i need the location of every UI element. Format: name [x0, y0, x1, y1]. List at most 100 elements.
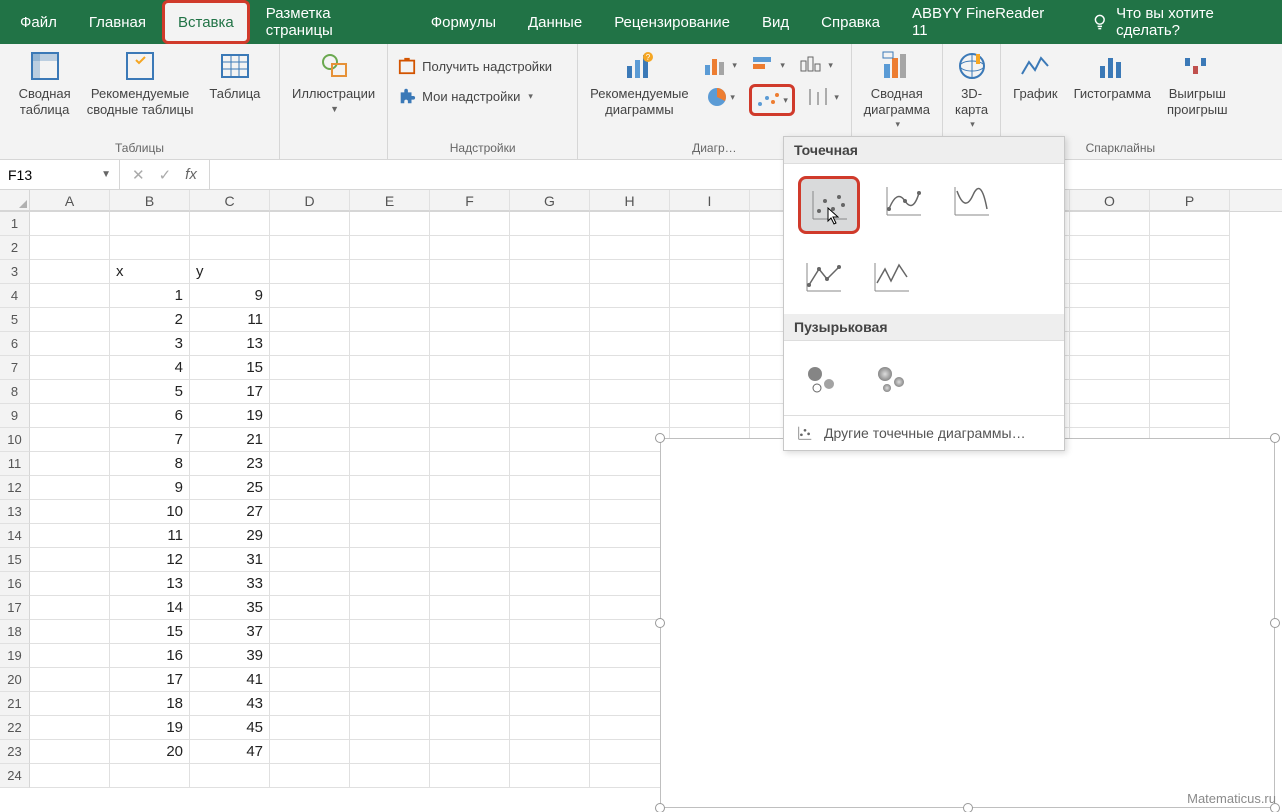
cell[interactable]: 12 — [110, 548, 190, 572]
cell[interactable] — [270, 692, 350, 716]
table-button[interactable]: Таблица — [205, 48, 264, 104]
cell[interactable] — [350, 716, 430, 740]
cell[interactable] — [510, 740, 590, 764]
tab-insert[interactable]: Вставка — [162, 0, 250, 44]
illustrations-button[interactable]: Иллюстрации▼ — [288, 48, 379, 116]
cell[interactable] — [1150, 308, 1230, 332]
cell[interactable] — [590, 284, 670, 308]
cell[interactable] — [590, 476, 670, 500]
cell[interactable] — [270, 620, 350, 644]
cell[interactable]: 16 — [110, 644, 190, 668]
cell[interactable]: 18 — [110, 692, 190, 716]
cell[interactable] — [270, 644, 350, 668]
cell[interactable] — [510, 236, 590, 260]
row-header[interactable]: 21 — [0, 692, 30, 716]
chart-placeholder[interactable] — [660, 438, 1275, 808]
cell[interactable] — [190, 212, 270, 236]
cell[interactable] — [510, 644, 590, 668]
cell[interactable] — [270, 668, 350, 692]
cell[interactable] — [350, 380, 430, 404]
cell[interactable] — [350, 692, 430, 716]
cell[interactable] — [670, 308, 750, 332]
cell[interactable] — [270, 452, 350, 476]
cell[interactable] — [590, 332, 670, 356]
cell[interactable] — [30, 308, 110, 332]
row-header[interactable]: 6 — [0, 332, 30, 356]
area-chart-button[interactable]: ▾ — [797, 52, 837, 78]
cell[interactable] — [510, 404, 590, 428]
cell[interactable] — [1150, 284, 1230, 308]
cell[interactable]: 31 — [190, 548, 270, 572]
cell[interactable] — [270, 356, 350, 380]
row-header[interactable]: 16 — [0, 572, 30, 596]
tab-data[interactable]: Данные — [512, 0, 598, 44]
tab-review[interactable]: Рецензирование — [598, 0, 746, 44]
cell[interactable] — [30, 572, 110, 596]
cell[interactable] — [30, 692, 110, 716]
cell[interactable] — [110, 236, 190, 260]
cell[interactable] — [1070, 332, 1150, 356]
cell[interactable] — [350, 620, 430, 644]
cell[interactable] — [590, 380, 670, 404]
cell[interactable] — [430, 308, 510, 332]
more-scatter-button[interactable]: Другие точечные диаграммы… — [784, 415, 1064, 450]
resize-handle[interactable] — [655, 618, 665, 628]
fx-icon[interactable]: fx — [185, 166, 197, 183]
column-header[interactable]: D — [270, 190, 350, 211]
cell[interactable] — [30, 428, 110, 452]
cell[interactable]: 19 — [110, 716, 190, 740]
cell[interactable] — [590, 452, 670, 476]
cell[interactable] — [350, 428, 430, 452]
row-header[interactable]: 9 — [0, 404, 30, 428]
column-chart-button[interactable]: ▾ — [749, 52, 789, 78]
cell[interactable] — [430, 596, 510, 620]
row-header[interactable]: 4 — [0, 284, 30, 308]
scatter-smooth-lines-option[interactable] — [878, 176, 928, 226]
row-header[interactable]: 3 — [0, 260, 30, 284]
column-header[interactable]: A — [30, 190, 110, 211]
cell[interactable] — [590, 404, 670, 428]
tab-home[interactable]: Главная — [73, 0, 162, 44]
cell[interactable] — [430, 356, 510, 380]
cell[interactable] — [510, 428, 590, 452]
cell[interactable] — [590, 740, 670, 764]
cell[interactable] — [270, 236, 350, 260]
cell[interactable] — [270, 476, 350, 500]
resize-handle[interactable] — [655, 803, 665, 812]
cell[interactable] — [510, 476, 590, 500]
cell[interactable] — [350, 596, 430, 620]
resize-handle[interactable] — [1270, 803, 1280, 812]
cell[interactable] — [590, 548, 670, 572]
cell[interactable] — [670, 356, 750, 380]
cell[interactable] — [30, 476, 110, 500]
row-header[interactable]: 7 — [0, 356, 30, 380]
cell[interactable] — [350, 572, 430, 596]
row-header[interactable]: 2 — [0, 236, 30, 260]
cell[interactable] — [30, 716, 110, 740]
cell[interactable] — [590, 236, 670, 260]
cancel-icon[interactable]: ✕ — [132, 166, 145, 184]
cell[interactable] — [1150, 356, 1230, 380]
cell[interactable] — [670, 212, 750, 236]
cell[interactable] — [510, 668, 590, 692]
tab-formulas[interactable]: Формулы — [415, 0, 512, 44]
cell[interactable] — [30, 740, 110, 764]
cell[interactable] — [270, 428, 350, 452]
cell[interactable] — [30, 644, 110, 668]
resize-handle[interactable] — [1270, 618, 1280, 628]
resize-handle[interactable] — [655, 433, 665, 443]
cell[interactable]: 2 — [110, 308, 190, 332]
cell[interactable] — [30, 332, 110, 356]
cell[interactable] — [670, 380, 750, 404]
scatter-straight-lines-option[interactable] — [798, 252, 848, 302]
cell[interactable] — [510, 596, 590, 620]
cell[interactable] — [30, 260, 110, 284]
cell[interactable] — [670, 260, 750, 284]
row-header[interactable]: 13 — [0, 500, 30, 524]
tab-view[interactable]: Вид — [746, 0, 805, 44]
scatter-chart-button[interactable]: ▾ — [749, 84, 795, 116]
tab-page-layout[interactable]: Разметка страницы — [250, 0, 415, 44]
cell[interactable] — [430, 236, 510, 260]
tab-help[interactable]: Справка — [805, 0, 896, 44]
cell[interactable] — [430, 260, 510, 284]
